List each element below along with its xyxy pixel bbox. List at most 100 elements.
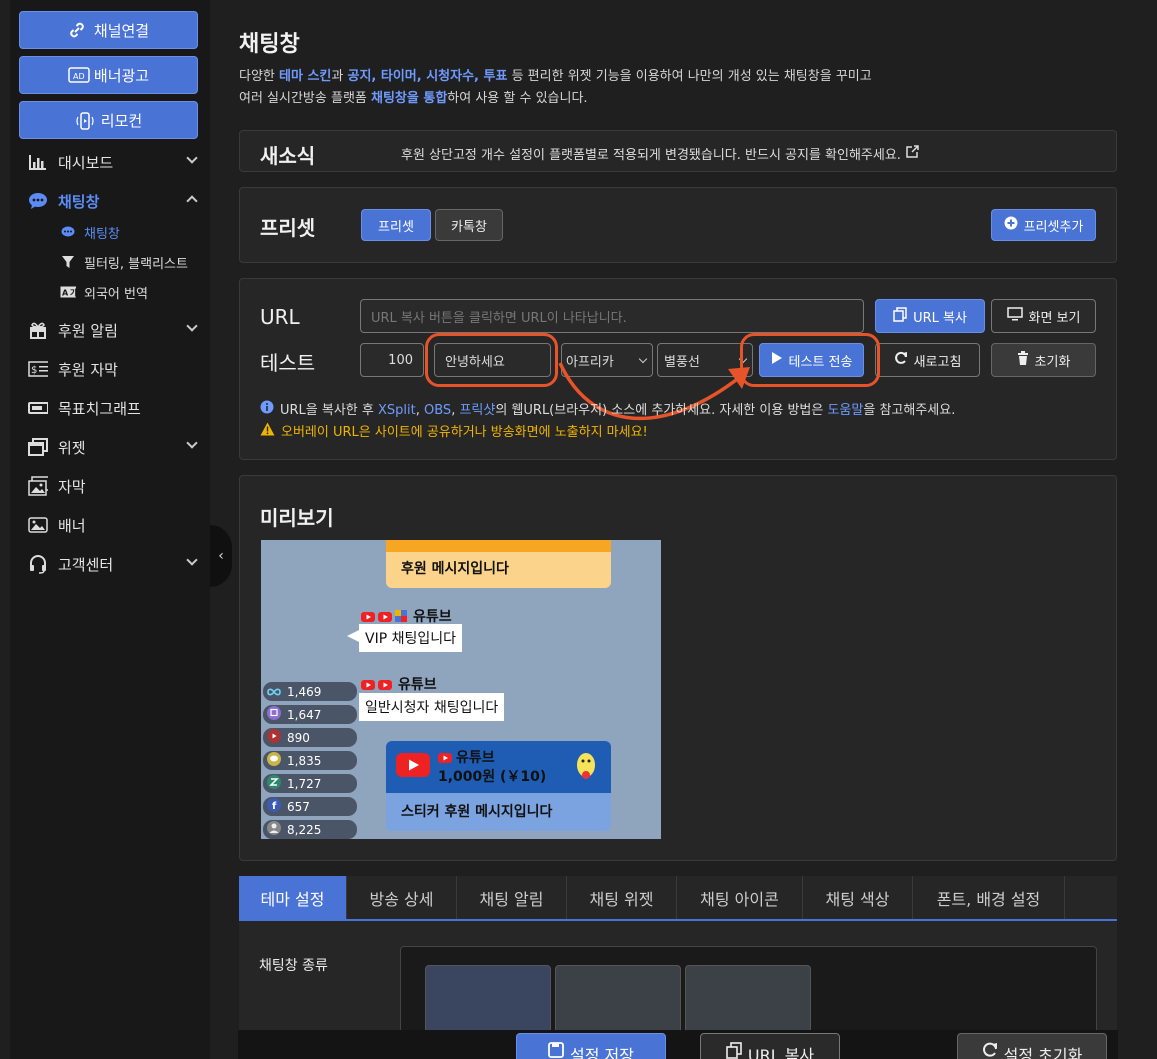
tab-font-background[interactable]: 폰트, 배경 설정	[913, 876, 1065, 919]
prixsat-link[interactable]: 프릭샷	[459, 403, 495, 418]
preset-tab-default[interactable]: 프리셋	[361, 209, 431, 241]
headset-icon	[28, 554, 48, 574]
user-icon	[267, 820, 281, 839]
tab-chat-alert[interactable]: 채팅 알림	[457, 876, 567, 919]
banner-ad-button[interactable]: AD 배너광고	[19, 56, 198, 94]
url-copy-button[interactable]: URL 복사	[875, 299, 985, 333]
donation-box: 후원 메시지입니다	[386, 540, 611, 588]
preset-card: 프리셋 프리셋 카톡창 프리셋추가	[239, 187, 1117, 263]
ad-icon: AD	[68, 66, 90, 84]
preview-title: 미리보기	[260, 506, 334, 530]
infinity-icon	[267, 682, 281, 701]
reset-button[interactable]: 초기화	[991, 343, 1096, 377]
preset-title: 프리셋	[260, 216, 316, 240]
nav-customer-center[interactable]: 고객센터	[28, 549, 198, 579]
dollar-icon: $	[28, 359, 48, 379]
banner-icon	[28, 515, 48, 535]
link-icon	[68, 21, 86, 39]
preset-tab-kakao[interactable]: 카톡창	[435, 209, 503, 241]
test-amount-input[interactable]: 100	[360, 343, 424, 377]
sidebar-collapse-toggle[interactable]: ‹	[210, 525, 232, 587]
view-screen-button[interactable]: 화면 보기	[991, 299, 1096, 333]
nav-chat[interactable]: 채팅창	[28, 186, 198, 216]
chat-icon	[60, 226, 76, 238]
news-title: 새소식	[260, 144, 316, 168]
vip-header: 유튜브	[361, 606, 452, 626]
nav-dashboard[interactable]: 대시보드	[28, 147, 198, 177]
nav-donation-alert[interactable]: 후원 알림	[28, 315, 198, 345]
tab-chat-icon[interactable]: 채팅 아이콘	[677, 876, 803, 919]
chevron-down-icon	[186, 554, 198, 566]
news-text[interactable]: 후원 상단고정 개수 설정이 플랫폼별로 적용되게 변경됐습니다. 반드시 공지…	[401, 144, 919, 163]
highlight-ring-send	[740, 333, 880, 387]
window-icon	[28, 437, 48, 457]
sub-item-translate[interactable]: A가 외국어 번역	[60, 280, 148, 304]
tab-broadcast[interactable]: 방송 상세	[347, 876, 457, 919]
svg-text:AD: AD	[73, 72, 85, 81]
viewer-count-row: 1,469	[263, 682, 357, 701]
sub-item-chat[interactable]: 채팅창	[60, 220, 120, 244]
chevron-left-icon: ‹	[218, 548, 224, 564]
svg-text:가: 가	[70, 288, 76, 298]
nav-widget[interactable]: 위젯	[28, 432, 198, 462]
nav-subtitle[interactable]: 자막	[28, 471, 198, 501]
nav-goal-graph[interactable]: 목표치그래프	[28, 393, 198, 423]
viewer-count-row: 890	[263, 728, 357, 747]
settings-tabs: 테마 설정 방송 상세 채팅 알림 채팅 위젯 채팅 아이콘 채팅 색상 폰트,…	[239, 876, 1117, 921]
warning-line: 오버레이 URL은 사이트에 공유하거나 방송화면에 노출하지 마세요!	[260, 421, 648, 440]
gift-icon	[28, 320, 48, 340]
translate-icon: A가	[60, 286, 76, 298]
zeta-icon	[267, 774, 281, 793]
twitch-icon	[267, 705, 281, 724]
youtube-icon	[361, 675, 375, 694]
svg-text:A: A	[62, 289, 69, 298]
external-link-icon	[906, 145, 919, 162]
viewer-count-row: f 657	[263, 797, 357, 816]
youtube-icon	[378, 607, 392, 626]
remote-icon	[75, 111, 94, 130]
battery-icon	[28, 398, 48, 418]
url-card: URL URL 복사 버튼을 클릭하면 URL이 나타납니다. URL 복사 화…	[239, 278, 1117, 460]
youtube-icon	[267, 728, 281, 747]
chat-preview: 후원 메시지입니다 유튜브 VIP 채팅입니다 유튜브 일반시청자 채팅입니다 …	[261, 540, 661, 839]
url-field[interactable]: URL 복사 버튼을 클릭하면 URL이 나타납니다.	[360, 299, 864, 333]
tab-theme[interactable]: 테마 설정	[239, 876, 347, 919]
url-label: URL	[260, 305, 300, 329]
tab-chat-color[interactable]: 채팅 색상	[803, 876, 913, 919]
sticker-icon	[574, 747, 598, 785]
xsplit-link[interactable]: XSplit	[378, 403, 416, 418]
facebook-icon: f	[267, 797, 281, 816]
filter-icon	[60, 255, 76, 269]
tab-chat-widget[interactable]: 채팅 위젯	[567, 876, 677, 919]
nav-banner[interactable]: 배너	[28, 510, 198, 540]
add-preset-button[interactable]: 프리셋추가	[991, 209, 1096, 241]
viewer-count-row: 1,835	[263, 751, 357, 770]
chevron-up-icon	[186, 195, 198, 207]
sub-item-filter[interactable]: 필터링, 블랙리스트	[60, 250, 188, 274]
youtube-icon	[361, 607, 375, 626]
help-link[interactable]: 도움말	[827, 403, 863, 418]
kakao-icon	[267, 751, 281, 770]
page-description: 다양한 테마 스킨과 공지, 타이머, 시청자수, 투표 등 편리한 위젯 기능…	[239, 69, 872, 106]
info-icon	[260, 400, 274, 418]
chevron-down-icon	[186, 437, 198, 449]
svg-text:f: f	[272, 801, 277, 812]
youtube-icon	[378, 675, 392, 694]
sticker-donation-box: 유튜브 1,000원 (￥10) 스티커 후원 메시지입니다	[386, 741, 611, 831]
bottom-url-copy-button[interactable]: URL 복사	[700, 1033, 840, 1059]
remote-button[interactable]: 리모컨	[19, 101, 198, 139]
viewer-count-row: 1,727	[263, 774, 357, 793]
save-icon	[548, 1042, 564, 1059]
refresh-button[interactable]: 새로고침	[875, 343, 980, 377]
save-settings-button[interactable]: 설정 저장	[516, 1033, 666, 1059]
viewer-count-row: 8,225	[263, 820, 357, 839]
monitor-icon	[1006, 307, 1023, 325]
nav-donation-subtitle[interactable]: $ 후원 자막	[28, 354, 198, 384]
obs-link[interactable]: OBS	[424, 403, 451, 418]
news-card: 새소식 후원 상단고정 개수 설정이 플랫폼별로 적용되게 변경됐습니다. 반드…	[239, 130, 1117, 172]
badge-icon	[395, 607, 407, 626]
youtube-icon	[396, 753, 430, 781]
reset-settings-button[interactable]: 설정 초기화	[957, 1033, 1107, 1059]
test-label: 테스트	[260, 351, 316, 375]
channel-connect-button[interactable]: 채널연결	[19, 11, 198, 49]
